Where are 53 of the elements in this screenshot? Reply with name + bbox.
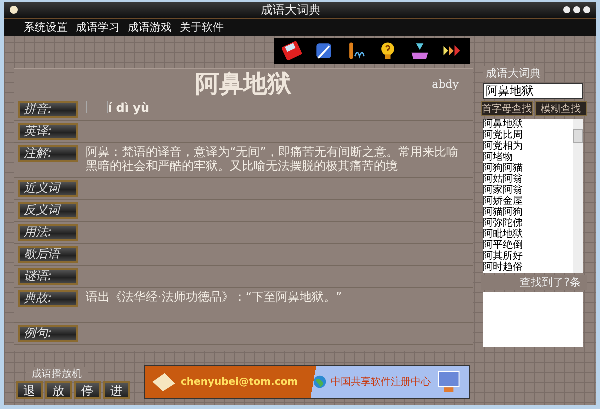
field-label-button[interactable]: 例句: bbox=[18, 325, 78, 342]
result-item[interactable]: 阿鼻地狱 bbox=[483, 119, 573, 130]
player-title: 成语播放机 bbox=[26, 367, 88, 381]
search-field[interactable]: 阿鼻地狱 bbox=[483, 83, 583, 99]
result-item[interactable]: 阿姑阿翁 bbox=[483, 174, 573, 185]
field-label-button[interactable]: 歇后语 bbox=[18, 246, 78, 263]
search-button[interactable]: 首字母查找 bbox=[481, 101, 533, 116]
scrollbar-thumb[interactable] bbox=[573, 129, 583, 143]
app-icon bbox=[8, 4, 20, 16]
player-button[interactable]: 进 bbox=[103, 381, 130, 399]
result-item[interactable]: 阿猫阿狗 bbox=[483, 207, 573, 218]
field-label-button[interactable]: 用法: bbox=[18, 224, 78, 241]
result-item[interactable]: 阿毗地狱 bbox=[483, 229, 573, 240]
menu-item[interactable]: 关于软件 bbox=[180, 20, 224, 35]
scrollbar[interactable] bbox=[573, 119, 583, 273]
globe-icon bbox=[313, 375, 327, 389]
field-label-button[interactable]: 英译: bbox=[18, 123, 78, 140]
result-item[interactable]: 阿党比周 bbox=[483, 130, 573, 141]
result-item[interactable]: 阿娇金屋 bbox=[483, 196, 573, 207]
envelope-icon bbox=[151, 371, 177, 393]
result-item[interactable]: 阿弥陀佛 bbox=[483, 218, 573, 229]
result-count: 查找到了?条 bbox=[481, 275, 587, 290]
field-label-button[interactable]: 近义词 bbox=[18, 180, 78, 197]
menu-item[interactable]: 成语学习 bbox=[76, 20, 120, 35]
menu-item[interactable]: 系统设置 bbox=[24, 20, 68, 35]
player-button[interactable]: 停 bbox=[74, 381, 101, 399]
result-item[interactable]: 阿狗阿猫 bbox=[483, 163, 573, 174]
field-label-button[interactable]: 拼音: bbox=[18, 101, 78, 118]
result-item[interactable]: 阿党相为 bbox=[483, 141, 573, 152]
panel-title: 成语大词典 bbox=[483, 66, 544, 81]
pinyin-tick-marks bbox=[86, 101, 108, 113]
field-label-button[interactable]: 注解: bbox=[18, 145, 78, 162]
field-label-button[interactable]: 谜语: bbox=[18, 268, 78, 285]
result-item[interactable]: 阿家阿翁 bbox=[483, 185, 573, 196]
abbreviation: abdy bbox=[432, 78, 459, 90]
field-text: 阿鼻：梵语的译音，意译为“无间”，即痛苦无有间断之意。常用来比喻黑暗的社会和严酷的牢狱。又比喻无法摆脱的极其痛苦的境 bbox=[86, 145, 460, 173]
player-button[interactable]: 退 bbox=[16, 381, 43, 399]
player-button[interactable]: 放 bbox=[45, 381, 72, 399]
pinyin-text: í dì yù bbox=[108, 101, 150, 115]
field-label-button[interactable]: 典故: bbox=[18, 290, 78, 307]
result-item[interactable]: 阿其所好 bbox=[483, 251, 573, 262]
window-controls-icon[interactable] bbox=[562, 4, 592, 16]
banner-email: chenyubei@tom.com bbox=[181, 376, 298, 388]
result-item[interactable]: 阿平绝倒 bbox=[483, 240, 573, 251]
banner-caption: 中国共享软件注册中心 bbox=[331, 376, 431, 389]
search-button[interactable]: 模糊查找 bbox=[535, 101, 587, 116]
idiom-title: 阿鼻地狱 bbox=[196, 68, 292, 100]
result-item[interactable]: 阿堵物 bbox=[483, 152, 573, 163]
field-text: 语出《法华经·法师功德品》：“下至阿鼻地狱。” bbox=[86, 290, 342, 304]
result-item[interactable]: 阿时趋俗 bbox=[483, 262, 573, 273]
field-label-button[interactable]: 反义词 bbox=[18, 202, 78, 219]
window-title: 成语大词典 bbox=[260, 2, 322, 18]
menu-item[interactable]: 成语游戏 bbox=[128, 20, 172, 35]
